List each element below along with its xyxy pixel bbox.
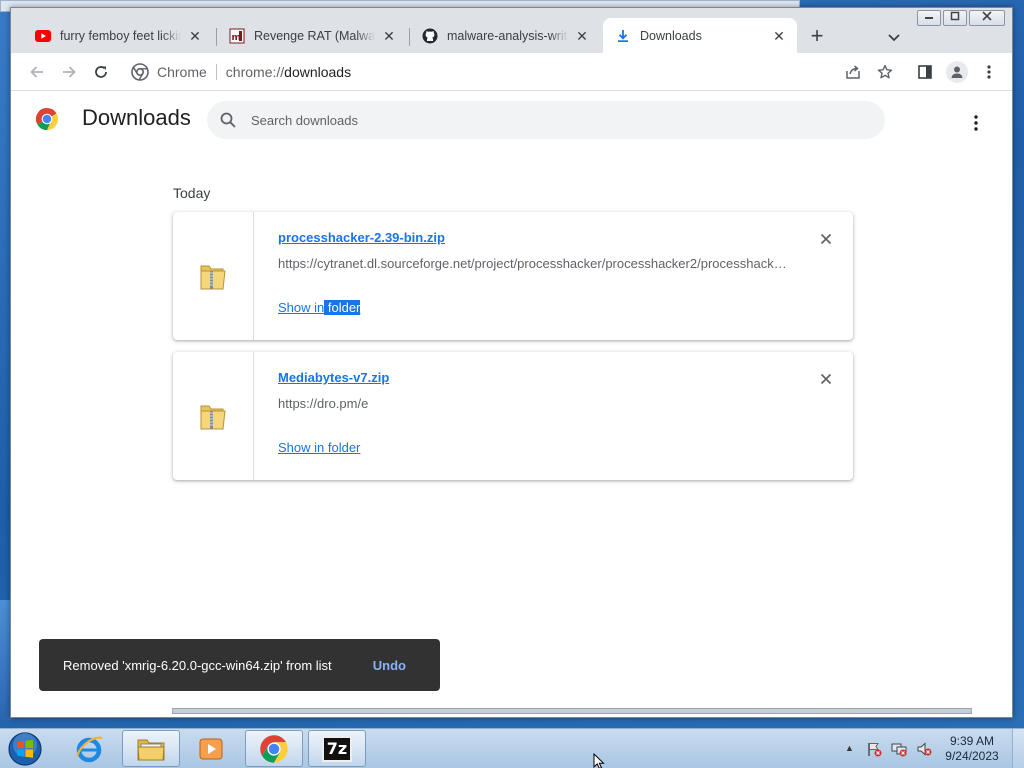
downloads-page: Downloads Today processhacker-2.39-bin.z (11, 92, 1012, 717)
download-icon (615, 28, 631, 44)
tab-title: Downloads (640, 28, 702, 43)
minimize-button[interactable] (917, 10, 941, 26)
tab-youtube[interactable]: furry femboy feet licking ✕ (23, 18, 213, 53)
browser-toolbar: Chrome chrome://downloads (11, 53, 1012, 91)
site-name: Chrome (157, 64, 207, 80)
reload-button[interactable] (91, 62, 111, 82)
zip-folder-icon (200, 405, 226, 430)
download-card: Mediabytes-v7.zip https://dro.pm/e Show … (173, 352, 853, 480)
tab-close-icon[interactable]: ✕ (381, 28, 397, 44)
file-icon-column (173, 352, 254, 480)
tab-search-chevron-icon[interactable] (884, 27, 904, 47)
tab-github[interactable]: malware-analysis-writeu ✕ (410, 18, 600, 53)
download-card: processhacker-2.39-bin.zip https://cytra… (173, 212, 853, 340)
file-explorer-taskbar-button[interactable] (122, 730, 180, 767)
clock-time: 9:39 AM (949, 734, 995, 748)
volume-muted-icon[interactable] (916, 741, 932, 757)
date-section-label: Today (173, 185, 211, 201)
show-in-folder-link[interactable]: Show in folder (278, 440, 360, 455)
show-in-folder-text: Show in (278, 300, 325, 315)
internet-explorer-icon (75, 736, 103, 762)
back-button[interactable] (27, 62, 47, 82)
file-icon-column (173, 212, 254, 340)
file-name-link[interactable]: Mediabytes-v7.zip (278, 370, 389, 385)
show-in-folder-link[interactable]: Show in folder (278, 300, 361, 315)
selected-text: folder (324, 300, 361, 315)
file-name-link[interactable]: processhacker-2.39-bin.zip (278, 230, 445, 245)
start-button[interactable] (6, 731, 44, 767)
url-scheme: chrome:// (225, 64, 285, 80)
tab-downloads[interactable]: Downloads ✕ (603, 18, 797, 53)
media-player-taskbar-button[interactable] (182, 730, 240, 767)
address-bar[interactable]: Chrome chrome://downloads (123, 57, 873, 87)
action-center-flag-icon[interactable] (866, 741, 882, 757)
github-icon (422, 28, 438, 44)
chrome-logo-icon (35, 108, 59, 130)
folder-icon (137, 739, 165, 760)
bookmark-star-icon[interactable] (875, 62, 895, 82)
media-player-icon (199, 738, 223, 759)
profile-avatar-icon[interactable] (946, 61, 968, 83)
search-input[interactable] (251, 112, 885, 128)
windows-taskbar: 7z ▲ 9:39 AM 9/24/2023 (0, 728, 1024, 768)
tab-title: furry femboy feet licking (60, 28, 181, 43)
tab-close-icon[interactable]: ✕ (187, 28, 203, 44)
chrome-window: furry femboy feet licking ✕ m Revenge RA… (10, 7, 1013, 718)
show-hidden-icons-button[interactable]: ▲ (845, 743, 854, 753)
background-scrollbar (172, 708, 972, 714)
tab-revenge-rat[interactable]: m Revenge RAT (Malware F ✕ (217, 18, 407, 53)
more-actions-icon[interactable] (969, 114, 983, 132)
system-clock[interactable]: 9:39 AM 9/24/2023 (940, 734, 1004, 764)
7zip-icon: 7z (322, 735, 352, 762)
restore-button[interactable] (943, 10, 967, 26)
search-icon (220, 112, 236, 128)
file-source-url[interactable]: https://dro.pm/e (278, 396, 788, 411)
internet-explorer-taskbar-button[interactable] (60, 730, 118, 767)
7zip-taskbar-button[interactable]: 7z (308, 730, 366, 767)
page-header: Downloads (11, 92, 1012, 148)
chrome-icon (260, 734, 288, 763)
forward-button[interactable] (59, 62, 79, 82)
new-tab-button[interactable]: + (805, 25, 829, 49)
browser-menu-icon[interactable] (979, 62, 999, 82)
chrome-icon (131, 63, 149, 81)
close-window-button[interactable] (969, 10, 1005, 26)
search-downloads-box[interactable] (207, 101, 885, 139)
tab-title: malware-analysis-writeu (447, 28, 568, 43)
page-title: Downloads (82, 105, 191, 130)
tab-close-icon[interactable]: ✕ (771, 28, 787, 44)
tab-title: Revenge RAT (Malware F (254, 28, 375, 43)
malpedia-icon: m (229, 28, 245, 44)
show-desktop-button[interactable] (1012, 729, 1024, 768)
url-host: downloads (284, 64, 352, 80)
file-source-url[interactable]: https://cytranet.dl.sourceforge.net/proj… (278, 256, 788, 271)
clock-date: 9/24/2023 (945, 749, 999, 763)
tab-close-icon[interactable]: ✕ (574, 28, 590, 44)
zip-folder-icon (200, 265, 226, 290)
chrome-taskbar-button[interactable] (245, 730, 303, 767)
youtube-icon (35, 28, 51, 44)
remove-from-list-icon[interactable] (819, 372, 833, 386)
remove-from-list-icon[interactable] (819, 232, 833, 246)
removed-toast: Removed 'xmrig-6.20.0-gcc-win64.zip' fro… (39, 639, 440, 691)
network-icon[interactable] (891, 741, 907, 757)
side-panel-icon[interactable] (915, 62, 935, 82)
url-separator (215, 64, 217, 80)
share-icon[interactable] (843, 62, 863, 82)
tab-strip: furry femboy feet licking ✕ m Revenge RA… (11, 8, 1012, 53)
undo-button[interactable]: Undo (373, 658, 406, 673)
toast-message: Removed 'xmrig-6.20.0-gcc-win64.zip' fro… (63, 657, 332, 673)
mouse-cursor-icon (593, 753, 605, 768)
